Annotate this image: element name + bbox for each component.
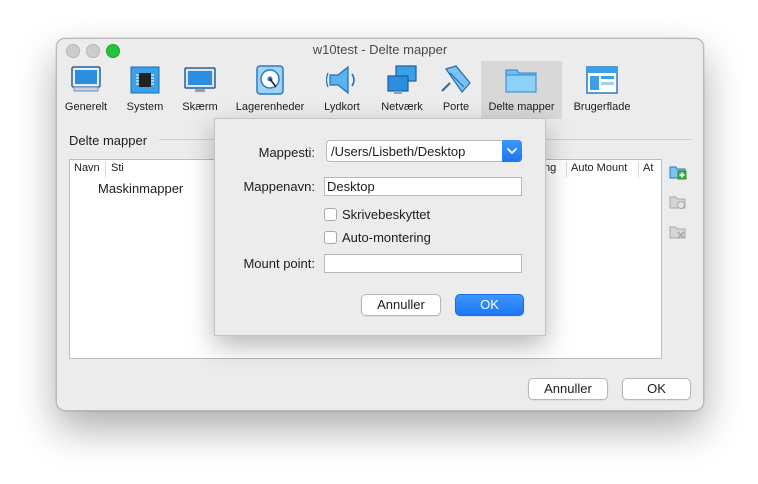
toolbar-item-netvaerk[interactable]: Netværk: [377, 61, 427, 119]
title-bar[interactable]: w10test - Delte mapper: [57, 39, 703, 61]
ui-window-icon: [586, 66, 618, 94]
sheet-cancel-button[interactable]: Annuller: [361, 294, 441, 316]
section-title: Delte mapper: [69, 133, 148, 148]
column-header-auto-mount[interactable]: Auto Mount: [571, 162, 627, 174]
toolbar-label: Lagerenheder: [235, 101, 305, 113]
settings-toolbar: Generelt System Skærm Lagerenheder Lydko…: [57, 61, 703, 119]
folder-icon: [505, 69, 537, 93]
folder-path-value: /Users/Lisbeth/Desktop: [331, 144, 466, 159]
mount-point-field[interactable]: [324, 254, 522, 273]
column-header-navn[interactable]: Navn: [74, 162, 100, 174]
toolbar-item-lagerenheder[interactable]: Lagerenheder: [233, 61, 307, 119]
window-ok-button[interactable]: OK: [622, 378, 691, 400]
column-header-sti[interactable]: Sti: [111, 162, 124, 174]
column-divider: [638, 161, 639, 177]
toolbar-label: Netværk: [381, 101, 423, 113]
toolbar-label: Porte: [442, 101, 470, 113]
ports-icon: [441, 65, 471, 93]
toolbar-label: Delte mapper: [488, 101, 555, 113]
window-title: w10test - Delte mapper: [312, 42, 448, 57]
add-folder-icon[interactable]: [669, 163, 687, 181]
toolbar-label: Generelt: [64, 101, 108, 113]
toolbar-label: Lydkort: [324, 101, 360, 113]
speaker-icon: [326, 65, 355, 95]
toolbar-label: Skærm: [182, 101, 218, 113]
chip-icon: [130, 66, 160, 94]
folder-path-select[interactable]: /Users/Lisbeth/Desktop: [326, 140, 522, 162]
column-header-at[interactable]: At: [643, 162, 653, 174]
column-divider: [566, 161, 567, 177]
window-cancel-button[interactable]: Annuller: [528, 378, 608, 400]
table-row[interactable]: Maskinmapper: [98, 181, 183, 196]
mountpoint-label: Mount point:: [243, 256, 315, 271]
toolbar-item-porte[interactable]: Porte: [435, 61, 477, 119]
toolbar-item-lydkort[interactable]: Lydkort: [319, 61, 365, 119]
toolbar-item-brugerflade[interactable]: Brugerflade: [569, 61, 635, 119]
sheet-ok-button[interactable]: OK: [455, 294, 524, 316]
column-divider: [105, 161, 106, 177]
general-monitor-icon: [71, 66, 101, 92]
toolbar-item-delte-mapper[interactable]: Delte mapper: [481, 61, 562, 119]
add-share-sheet: Mappesti: /Users/Lisbeth/Desktop Mappena…: [214, 118, 546, 336]
edit-folder-icon[interactable]: [669, 193, 687, 211]
display-icon: [184, 67, 216, 92]
toolbar-item-skaerm[interactable]: Skærm: [178, 61, 222, 119]
path-label: Mappesti:: [258, 145, 315, 160]
automount-checkbox[interactable]: [324, 231, 337, 244]
chevron-down-icon: [507, 148, 517, 154]
toolbar-label: System: [126, 101, 164, 113]
dropdown-button[interactable]: [502, 140, 522, 162]
automount-label[interactable]: Auto-montering: [342, 230, 431, 245]
storage-disk-icon: [256, 65, 284, 95]
network-icon: [387, 65, 417, 94]
readonly-checkbox[interactable]: [324, 208, 337, 221]
toolbar-item-generelt[interactable]: Generelt: [63, 61, 109, 119]
remove-folder-icon[interactable]: [669, 223, 687, 241]
toolbar-item-system[interactable]: System: [121, 61, 169, 119]
readonly-label[interactable]: Skrivebeskyttet: [342, 207, 430, 222]
name-label: Mappenavn:: [243, 179, 315, 194]
toolbar-label: Brugerflade: [573, 101, 631, 113]
folder-name-field[interactable]: [324, 177, 522, 196]
